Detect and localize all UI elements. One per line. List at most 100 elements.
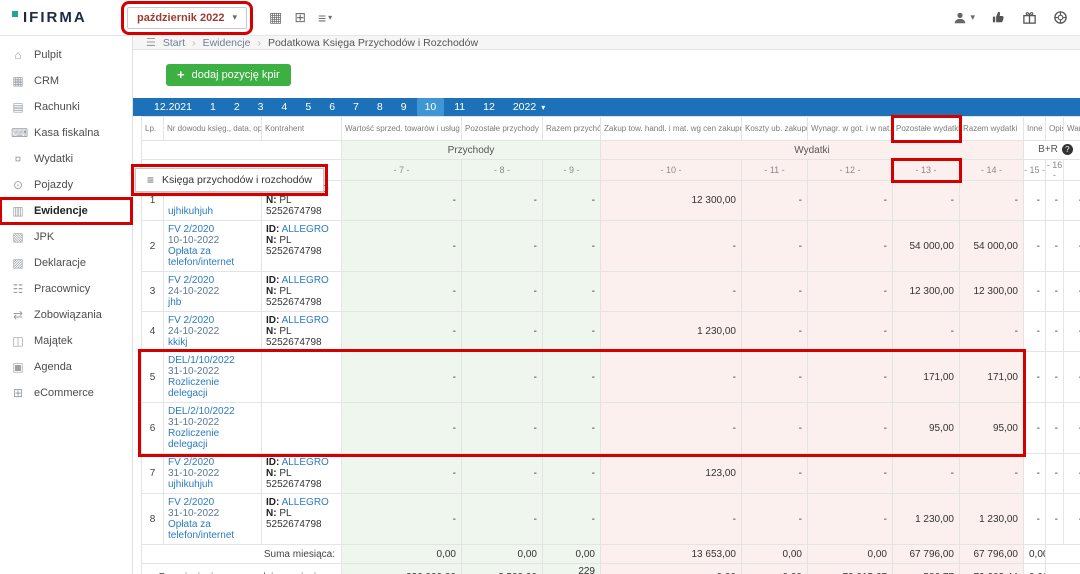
sidebar-item-pracownicy[interactable]: ☷Pracownicy <box>0 276 132 302</box>
sidebar-item-label: Pulpit <box>34 49 62 61</box>
month-tab-4[interactable]: 4 <box>273 101 297 113</box>
document-desc-link[interactable]: Opłata za telefon/internet <box>168 246 234 268</box>
column-header: Inne <box>1024 117 1046 141</box>
document-link[interactable]: FV 2/2020 <box>168 315 214 326</box>
document-desc-link[interactable]: Rozliczenie delegacji <box>168 377 219 399</box>
feedback-button[interactable] <box>991 10 1006 25</box>
summary-value: 13 653,00 <box>601 545 742 564</box>
month-tab-7[interactable]: 7 <box>344 101 368 113</box>
sidebar-item-ecommerce[interactable]: ⊞eCommerce <box>0 380 132 406</box>
sidebar-item-ewidencje[interactable]: ▥Ewidencje <box>0 198 132 224</box>
breadcrumb-menu-icon[interactable]: ☰ <box>146 36 156 49</box>
breadcrumb-item-start[interactable]: Start <box>163 37 185 49</box>
add-kpir-entry-button[interactable]: + dodaj pozycję kpir <box>166 64 291 86</box>
help-button[interactable] <box>1053 10 1068 25</box>
document-link[interactable]: DEL/2/10/2022 <box>168 406 235 417</box>
summary-value: 229 500,00 <box>543 564 601 574</box>
column-header: Kontrahent <box>262 117 342 141</box>
value-cell: - <box>1046 403 1064 454</box>
ifirma-logo[interactable]: IFIRMA <box>12 9 117 26</box>
sidebar-item-maj-tek[interactable]: ◫Majątek <box>0 328 132 354</box>
sidebar-item-rachunki[interactable]: ▤Rachunki <box>0 94 132 120</box>
column-header: Wartość sprzed. towarów i usług <box>342 117 462 141</box>
month-tab-5[interactable]: 5 <box>296 101 320 113</box>
month-tab-11[interactable]: 11 <box>445 101 474 113</box>
document-date: 31-10-2022 <box>168 417 257 428</box>
value-cell: - <box>742 403 808 454</box>
expenses-icon: ¤ <box>11 152 25 166</box>
new-window-icon[interactable]: ⊞ <box>294 9 306 26</box>
sidebar-item-zobowi-zania[interactable]: ⇄Zobowiązania <box>0 302 132 328</box>
month-tab-2[interactable]: 2 <box>225 101 249 113</box>
kontrahent-link[interactable]: ALLEGRO <box>282 457 329 468</box>
sidebar-item-deklaracje[interactable]: ▨Deklaracje <box>0 250 132 276</box>
value-cell: - <box>893 454 960 494</box>
kontrahent-cell <box>262 352 342 403</box>
document-date <box>168 195 257 206</box>
document-desc-link[interactable]: Opłata za telefon/internet <box>168 519 234 541</box>
month-tab-10[interactable]: 10 <box>417 98 445 116</box>
value-cell: 171,00 <box>960 352 1024 403</box>
document-link[interactable]: DEL/1/10/2022 <box>168 355 235 366</box>
summary-value: 0,00 <box>1024 564 1046 574</box>
month-tab-6[interactable]: 6 <box>320 101 344 113</box>
kpir-tbody: 1 ujhikuhjuhID: ALLEGRON: PL 5252674798-… <box>142 181 1080 545</box>
sidebar-item-jpk[interactable]: ▧JPK <box>0 224 132 250</box>
document-link[interactable]: FV 2/2020 <box>168 275 214 286</box>
kontrahent-link[interactable]: ALLEGRO <box>282 275 329 286</box>
value-cell: - <box>1024 403 1046 454</box>
calculator-icon[interactable]: ▦ <box>269 9 282 26</box>
rewards-button[interactable] <box>1022 10 1037 25</box>
table-row: 4FV 2/202024-10-2022kkikjID: ALLEGRON: P… <box>142 312 1080 352</box>
kontrahent-link[interactable]: ALLEGRO <box>282 224 329 235</box>
month-tab-9[interactable]: 9 <box>392 101 416 113</box>
column-header: Razem wydatki <box>960 117 1024 141</box>
month-tab-12[interactable]: 12 <box>474 101 504 113</box>
column-number: - 14 - <box>960 160 1024 181</box>
value-cell: 1 230,00 <box>601 312 742 352</box>
kontrahent-cell: ID: ALLEGRON: PL 5252674798 <box>262 221 342 272</box>
month-tab-1[interactable]: 1 <box>201 101 225 113</box>
month-selector-dropdown[interactable]: październik 2022 ▾ <box>127 7 247 29</box>
sidebar-item-kasa-fiskalna[interactable]: ⌨Kasa fiskalna <box>0 120 132 146</box>
document-desc-link[interactable]: ujhikuhjuh <box>168 206 213 217</box>
document-date: 24-10-2022 <box>168 326 257 337</box>
sidebar-item-label: Zobowiązania <box>34 309 102 321</box>
help-circle-icon[interactable]: ? <box>1062 144 1073 155</box>
document-date: 31-10-2022 <box>168 508 257 519</box>
month-tab-8[interactable]: 8 <box>368 101 392 113</box>
document-desc-link[interactable]: ujhikuhjuh <box>168 479 213 490</box>
document-link[interactable]: FV 2/2020 <box>168 224 214 235</box>
document-desc-link[interactable]: Rozliczenie delegacji <box>168 428 219 450</box>
ledger-tab-label: Księga przychodów i rozchodów <box>162 174 312 186</box>
drag-handle-icon: ≡ <box>147 173 154 187</box>
row-number: 4 <box>142 312 164 352</box>
kontrahent-link[interactable]: ALLEGRO <box>282 497 329 508</box>
column-number-13: - 13 - <box>893 160 960 181</box>
breadcrumb-separator: › <box>192 37 196 49</box>
kontrahent-cell: ID: ALLEGRON: PL 5252674798 <box>262 494 342 545</box>
document-desc-link[interactable]: jhb <box>168 297 181 308</box>
breadcrumb-item-ewidencje[interactable]: Ewidencje <box>203 37 251 49</box>
month-prev-year[interactable]: 12.2021 <box>145 101 201 113</box>
sidebar-item-pulpit[interactable]: ⌂Pulpit <box>0 42 132 68</box>
summary-label: Przeniesienie z poprzedniego miesiąca: <box>142 564 342 574</box>
summary-value: 70 602,44 <box>960 564 1024 574</box>
month-tab-3[interactable]: 3 <box>249 101 273 113</box>
document-desc-link[interactable]: kkikj <box>168 337 187 348</box>
document-link[interactable]: FV 2/2020 <box>168 497 214 508</box>
ledger-tab[interactable]: ≡ Księga przychodów i rozchodów <box>135 168 324 192</box>
sidebar-item-wydatki[interactable]: ¤Wydatki <box>0 146 132 172</box>
list-menu-icon[interactable]: ≡▾ <box>318 10 332 26</box>
sidebar-item-agenda[interactable]: ▣Agenda <box>0 354 132 380</box>
table-row: 2FV 2/202010-10-2022Opłata za telefon/in… <box>142 221 1080 272</box>
user-menu[interactable]: ▾ <box>953 11 975 25</box>
year-dropdown[interactable]: 2022 ▾ <box>504 101 554 113</box>
document-link[interactable]: FV 2/2020 <box>168 457 214 468</box>
vehicles-icon: ⊙ <box>11 178 25 192</box>
value-cell: - <box>601 272 742 312</box>
kontrahent-link[interactable]: ALLEGRO <box>282 315 329 326</box>
sidebar-item-pojazdy[interactable]: ⊙Pojazdy <box>0 172 132 198</box>
summary-value: 0,00 <box>342 545 462 564</box>
sidebar-item-crm[interactable]: ▦CRM <box>0 68 132 94</box>
